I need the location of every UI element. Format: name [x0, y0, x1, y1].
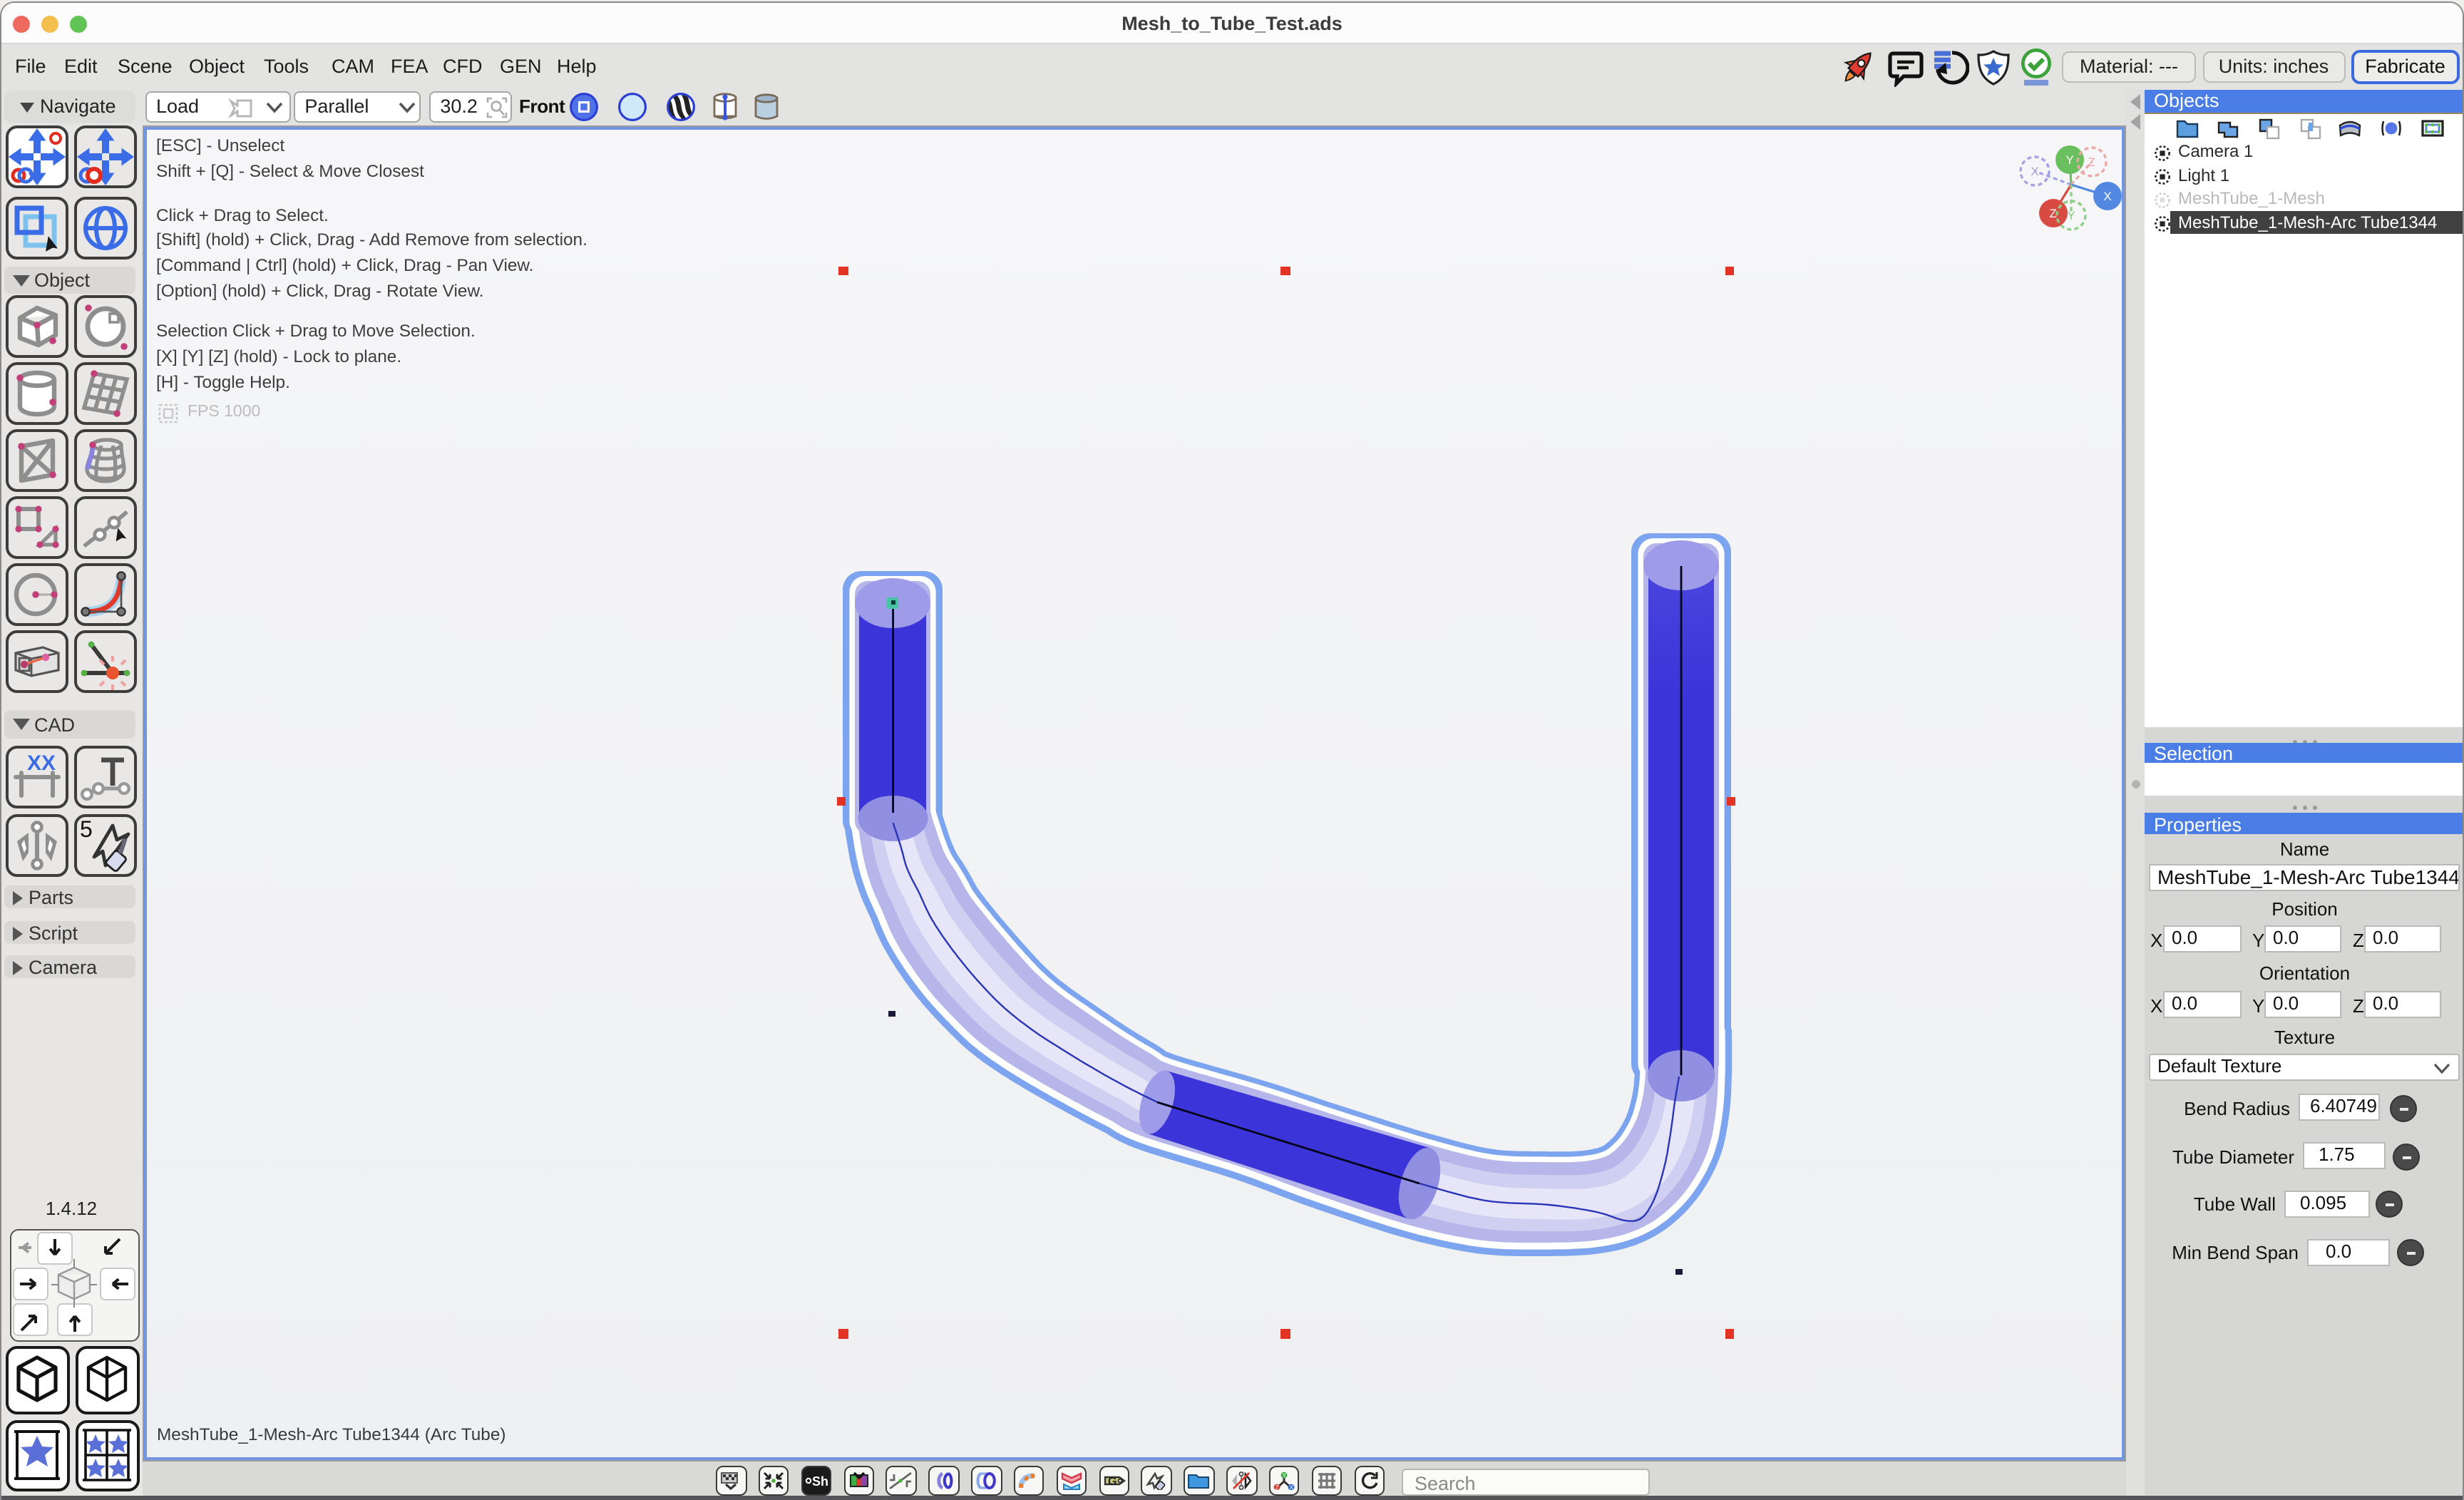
svg-text:G: G [1107, 1475, 1116, 1487]
svg-text:Y: Y [1282, 1471, 1286, 1478]
svg-text:5: 5 [80, 816, 93, 841]
svg-text:X: X [1289, 1483, 1293, 1489]
svg-text:Sh: Sh [811, 1474, 828, 1488]
svg-text:Z: Z [1275, 1483, 1279, 1489]
